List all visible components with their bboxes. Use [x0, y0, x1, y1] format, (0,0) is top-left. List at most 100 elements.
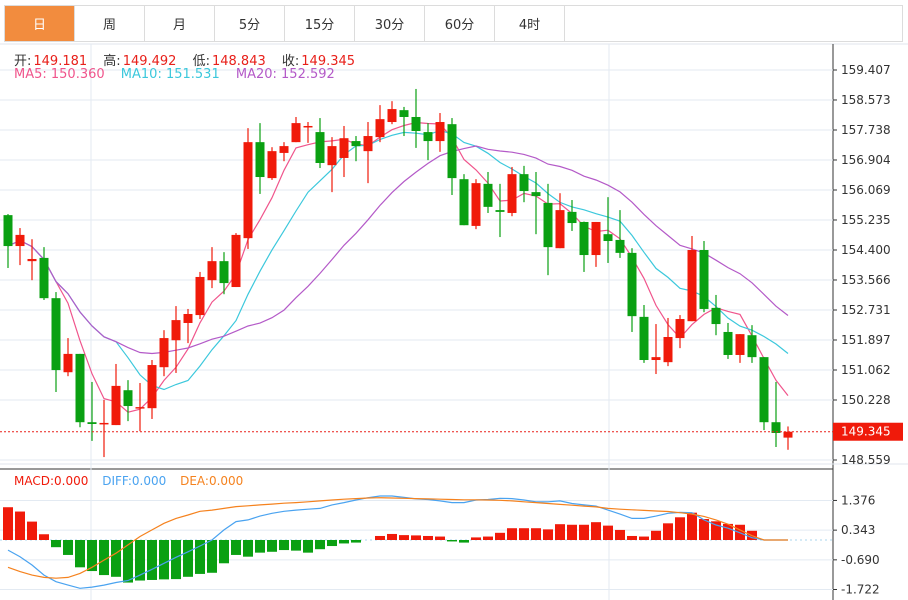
price-tick-label: 150.228	[841, 393, 891, 407]
macd-tick-label: -1.722	[841, 583, 880, 597]
macd-bar-negative	[327, 540, 337, 547]
price-tick-label: 158.573	[841, 93, 891, 107]
candle-up	[147, 365, 157, 409]
price-tick-label: 155.235	[841, 213, 891, 227]
macd-bar-positive	[579, 524, 589, 540]
ma20-value: MA20: 152.592	[235, 67, 335, 82]
macd-bar-negative	[351, 540, 361, 543]
candle-up	[99, 422, 109, 425]
macd-bar-positive	[27, 521, 37, 540]
candlestick-chart[interactable]: 159.407 158.573 157.738 156.904 156.069 155.2…	[0, 0, 908, 600]
macd-bar-positive	[3, 507, 13, 540]
macd-bar-positive	[411, 535, 421, 540]
macd-bar-negative	[303, 540, 313, 553]
candle-down	[759, 357, 769, 423]
candle-down	[495, 210, 505, 212]
macd-bar-positive	[531, 528, 541, 540]
macd-bar-negative	[123, 540, 133, 583]
candle-up	[735, 334, 745, 355]
diff-value: DIFF:0.000	[102, 474, 167, 488]
price-tick-label: 156.069	[841, 183, 891, 197]
dea-value: DEA:0.000	[180, 474, 244, 488]
macd-bar-positive	[663, 523, 673, 540]
candle-down	[723, 331, 733, 355]
candle-down	[315, 132, 325, 164]
candle-up	[507, 174, 517, 213]
candle-down	[627, 252, 637, 317]
ma5-line	[7, 121, 789, 413]
candle-down	[39, 257, 49, 299]
candle-down	[351, 141, 361, 147]
candle-up	[687, 250, 697, 322]
candle-up	[267, 151, 277, 179]
candle-down	[747, 335, 757, 358]
candle-down	[423, 132, 433, 142]
candle-down	[711, 307, 721, 325]
macd-bar-positive	[555, 524, 565, 540]
macd-bar-positive	[39, 534, 49, 540]
candle-up	[663, 337, 673, 363]
candle-up	[63, 353, 73, 373]
candle-up	[291, 123, 301, 143]
candle-down	[639, 316, 649, 361]
macd-bar-positive	[435, 536, 445, 540]
candle-down	[399, 110, 409, 117]
candle-up	[171, 320, 181, 341]
macd-bar-negative	[147, 540, 157, 580]
price-tick-label: 154.400	[841, 243, 891, 257]
macd-bar-negative	[231, 540, 241, 555]
price-tick-label: 157.738	[841, 123, 891, 137]
candle-up	[471, 183, 481, 226]
candle-down	[603, 234, 613, 242]
macd-bar-positive	[387, 533, 397, 540]
candle-down	[519, 174, 529, 192]
macd-bar-negative	[447, 540, 457, 542]
candle-down	[411, 116, 421, 132]
macd-bar-positive	[507, 528, 517, 540]
macd-bar-positive	[567, 524, 577, 540]
macd-bar-positive	[651, 530, 661, 540]
candle-down	[699, 250, 709, 309]
macd-bar-negative	[183, 540, 193, 577]
candle-up	[207, 261, 217, 281]
macd-bar-positive	[519, 528, 529, 540]
ma5-value: MA5: 150.360	[14, 67, 105, 82]
macd-bar-positive	[627, 535, 637, 540]
macd-bar-negative	[291, 540, 301, 551]
macd-bar-positive	[639, 536, 649, 540]
last-price-label: 149.345	[841, 425, 891, 439]
macd-value: MACD:0.000	[14, 474, 89, 488]
candle-down	[3, 215, 13, 247]
candle-up	[363, 136, 373, 152]
candle-down	[447, 124, 457, 179]
macd-bar-negative	[255, 540, 265, 553]
macd-bar-positive	[375, 535, 385, 540]
macd-bar-positive	[423, 535, 433, 540]
price-tick-label: 148.559	[841, 453, 891, 467]
macd-bar-positive	[675, 517, 685, 540]
candle-up	[327, 146, 337, 166]
macd-bar-negative	[339, 540, 349, 544]
macd-bar-negative	[195, 540, 205, 574]
candle-down	[543, 202, 553, 248]
macd-bar-negative	[459, 540, 469, 543]
candle-up	[159, 338, 169, 368]
macd-info: MACD:0.000 DIFF:0.000 DEA:0.000	[14, 474, 245, 488]
candle-down	[87, 422, 97, 424]
candle-down	[579, 221, 589, 256]
candle-down	[483, 183, 493, 207]
macd-bar-positive	[471, 537, 481, 540]
macd-bar-negative	[243, 540, 253, 557]
candle-down	[219, 261, 229, 284]
candle-up	[111, 385, 121, 426]
candle-up	[555, 210, 565, 249]
candle-up	[375, 119, 385, 138]
macd-bar-positive	[687, 512, 697, 540]
macd-bar-negative	[51, 540, 61, 548]
candle-up	[231, 234, 241, 288]
macd-bar-positive	[15, 511, 25, 540]
candle-up	[651, 357, 661, 361]
macd-bar-negative	[87, 540, 97, 572]
candle-down	[51, 298, 61, 371]
candle-up	[243, 142, 253, 239]
